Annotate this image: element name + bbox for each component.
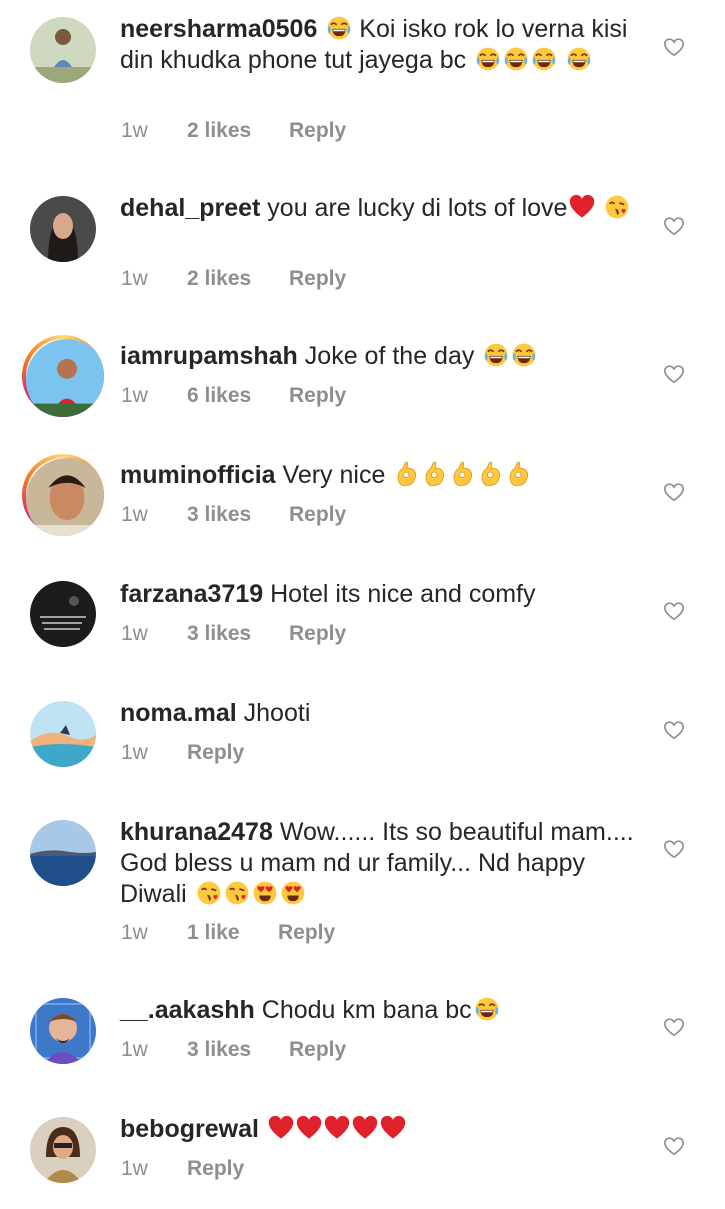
comment-body: Hotel its nice and comfy [270, 580, 536, 608]
comment-likes[interactable]: 3 likes [187, 503, 251, 527]
heart-outline-icon[interactable] [663, 363, 685, 385]
tears-of-joy-emoji [566, 46, 592, 72]
reply-button[interactable]: Reply [289, 622, 346, 646]
avatar[interactable] [30, 581, 96, 647]
comment-text: muminofficia Very nice [120, 460, 640, 491]
comment-username[interactable]: muminofficia [120, 461, 276, 489]
reply-button[interactable]: Reply [187, 1157, 244, 1181]
red-heart-emoji [352, 1115, 378, 1141]
reply-button[interactable]: Reply [289, 384, 346, 408]
avatar[interactable] [22, 454, 104, 536]
comment-text: iamrupamshah Joke of the day [120, 341, 640, 372]
avatar[interactable] [30, 998, 96, 1064]
comment-time: 1w [121, 119, 148, 142]
avatar[interactable] [30, 820, 96, 886]
comment-likes[interactable]: 1 like [187, 921, 240, 945]
ok-hand-emoji [506, 461, 532, 487]
tears-of-joy-emoji [474, 996, 500, 1022]
comment-time: 1w [121, 622, 148, 645]
comment-text: neersharma0506 Koi isko rok lo verna kis… [120, 14, 640, 76]
tears-of-joy-emoji [326, 15, 352, 41]
comment-username[interactable]: bebogrewal [120, 1115, 259, 1143]
comment-time: 1w [121, 384, 148, 407]
comments-list: neersharma0506 Koi isko rok lo verna kis… [0, 0, 725, 1209]
comment-time: 1w [121, 503, 148, 526]
reply-button[interactable]: Reply [187, 741, 244, 765]
red-heart-emoji [324, 1115, 350, 1141]
heart-outline-icon[interactable] [663, 36, 685, 58]
ok-hand-emoji [450, 461, 476, 487]
comment-body: Chodu km bana bc [261, 996, 472, 1024]
tears-of-joy-emoji [511, 342, 537, 368]
tears-of-joy-emoji [531, 46, 557, 72]
comment-likes[interactable]: 6 likes [187, 384, 251, 408]
comment-likes[interactable]: 2 likes [187, 119, 251, 143]
red-heart-emoji [569, 194, 595, 220]
red-heart-emoji [296, 1115, 322, 1141]
tears-of-joy-emoji [503, 46, 529, 72]
comment-username[interactable]: iamrupamshah [120, 342, 298, 370]
heart-outline-icon[interactable] [663, 481, 685, 503]
face-blowing-kiss-emoji [196, 880, 222, 906]
heart-outline-icon[interactable] [663, 719, 685, 741]
comment-likes[interactable]: 3 likes [187, 1038, 251, 1062]
comment-time: 1w [121, 741, 148, 764]
comment-body: Very nice [282, 461, 386, 489]
comment-time: 1w [121, 921, 148, 944]
comment-text: bebogrewal [120, 1114, 640, 1145]
comment-time: 1w [121, 267, 148, 290]
avatar[interactable] [30, 17, 96, 83]
avatar[interactable] [30, 1117, 96, 1183]
tears-of-joy-emoji [483, 342, 509, 368]
reply-button[interactable]: Reply [278, 921, 335, 945]
heart-eyes-emoji [280, 880, 306, 906]
comment-body: Joke of the day [304, 342, 475, 370]
comment-time: 1w [121, 1157, 148, 1180]
comment-time: 1w [121, 1038, 148, 1061]
comment-username[interactable]: farzana3719 [120, 580, 263, 608]
comment-likes[interactable]: 3 likes [187, 622, 251, 646]
avatar[interactable] [30, 196, 96, 262]
comment-body: you are lucky di lots of love [267, 194, 568, 222]
comment-text: noma.mal Jhooti [120, 698, 640, 729]
comment-likes[interactable]: 2 likes [187, 267, 251, 291]
comment-username[interactable]: __.aakashh [120, 996, 255, 1024]
reply-button[interactable]: Reply [289, 119, 346, 143]
tears-of-joy-emoji [475, 46, 501, 72]
reply-button[interactable]: Reply [289, 1038, 346, 1062]
heart-outline-icon[interactable] [663, 1016, 685, 1038]
heart-outline-icon[interactable] [663, 838, 685, 860]
comment-text: dehal_preet you are lucky di lots of lov… [120, 193, 640, 224]
comment-body: Jhooti [243, 699, 311, 727]
comment-username[interactable]: neersharma0506 [120, 15, 317, 43]
comment-text: __.aakashh Chodu km bana bc [120, 995, 640, 1026]
avatar[interactable] [22, 335, 104, 417]
reply-button[interactable]: Reply [289, 503, 346, 527]
heart-outline-icon[interactable] [663, 1135, 685, 1157]
comment-text: farzana3719 Hotel its nice and comfy [120, 579, 640, 610]
face-blowing-kiss-emoji [604, 194, 630, 220]
heart-outline-icon[interactable] [663, 215, 685, 237]
ok-hand-emoji [394, 461, 420, 487]
reply-button[interactable]: Reply [289, 267, 346, 291]
avatar[interactable] [30, 701, 96, 767]
comment-username[interactable]: noma.mal [120, 699, 237, 727]
comment-text: khurana2478 Wow...... Its so beautiful m… [120, 817, 640, 910]
red-heart-emoji [380, 1115, 406, 1141]
heart-outline-icon[interactable] [663, 600, 685, 622]
heart-eyes-emoji [252, 880, 278, 906]
face-blowing-kiss-emoji [224, 880, 250, 906]
red-heart-emoji [268, 1115, 294, 1141]
ok-hand-emoji [422, 461, 448, 487]
comment-username[interactable]: dehal_preet [120, 194, 260, 222]
ok-hand-emoji [478, 461, 504, 487]
comment-username[interactable]: khurana2478 [120, 818, 273, 846]
